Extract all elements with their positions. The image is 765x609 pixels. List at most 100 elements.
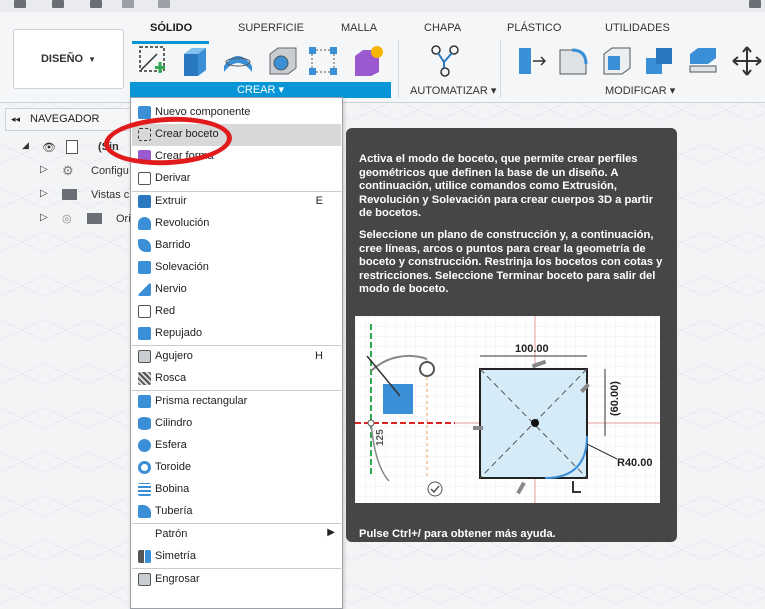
tab-solido[interactable]: SÓLIDO xyxy=(150,22,192,34)
menu-item-thicken[interactable]: Engrosar xyxy=(132,569,341,591)
menu-item-web[interactable]: Red xyxy=(132,301,341,323)
menu-item-rib[interactable]: Nervio xyxy=(132,279,341,301)
menu-item-label: Agujero xyxy=(155,350,193,362)
workspace-switcher-button[interactable]: DISEÑO ▼ xyxy=(13,29,124,89)
file-icon[interactable] xyxy=(52,0,64,8)
menu-item-pipe[interactable]: Tubería xyxy=(132,501,341,523)
menu-item-extrude[interactable]: Extruir E xyxy=(132,191,341,213)
quick-access-toolbar xyxy=(0,0,765,12)
separator xyxy=(398,40,399,98)
tab-utilidades[interactable]: UTILIDADES xyxy=(605,22,670,34)
coil-icon xyxy=(138,483,151,496)
tooltip-paragraph-1: Activa el modo de boceto, que permite cr… xyxy=(359,153,654,219)
hole-icon xyxy=(138,350,151,363)
menu-item-label: Rosca xyxy=(155,372,187,384)
tab-plastico[interactable]: PLÁSTICO xyxy=(507,22,561,34)
gear-icon: ⚙ xyxy=(62,163,74,178)
menu-item-emboss[interactable]: Repujado xyxy=(132,323,341,345)
tab-malla[interactable]: MALLA xyxy=(341,22,377,34)
shortcut-label: H xyxy=(315,350,323,362)
menu-item-label: Bobina xyxy=(155,483,190,495)
folder-icon xyxy=(62,189,77,200)
menu-item-label: Repujado xyxy=(155,327,203,339)
redo-icon[interactable] xyxy=(158,0,170,8)
automatizar-group-dropdown[interactable]: AUTOMATIZAR ▾ xyxy=(410,84,496,97)
hidden-eye-icon[interactable]: ◎ xyxy=(62,212,72,225)
tab-superficie[interactable]: SUPERFICIE xyxy=(238,22,304,34)
navigator-item-origin[interactable]: ▷ ◎ Ori xyxy=(40,212,132,226)
menu-item-label: Tubería xyxy=(155,505,193,517)
menu-item-label: Red xyxy=(155,305,176,317)
crear-boceto-tooltip: Activa el modo de boceto, que permite cr… xyxy=(346,128,677,542)
width-dimension: 100.00 xyxy=(515,343,549,355)
menu-item-label: Extruir xyxy=(155,195,187,207)
menu-item-derive[interactable]: Derivar xyxy=(132,168,341,190)
menu-item-thread[interactable]: Rosca xyxy=(132,368,341,390)
cylinder-icon xyxy=(138,417,151,430)
create-sketch-icon[interactable] xyxy=(137,44,171,78)
menu-item-label: Toroide xyxy=(155,461,192,473)
menu-item-loft[interactable]: Solevación xyxy=(132,257,341,279)
component-icon xyxy=(138,106,151,119)
navigator-item-views[interactable]: ▷ Vistas c xyxy=(40,188,132,202)
move-icon[interactable] xyxy=(730,44,764,78)
automate-icon[interactable] xyxy=(428,44,462,78)
document-icon xyxy=(66,140,78,154)
pattern-icon[interactable] xyxy=(306,44,340,78)
close-icon[interactable] xyxy=(749,0,761,8)
thread-icon xyxy=(138,372,151,385)
web-icon xyxy=(138,305,151,318)
expand-triangle-icon[interactable]: ◢ xyxy=(22,140,29,151)
angle-dimension: 125 xyxy=(375,429,386,446)
menu-item-torus[interactable]: Toroide xyxy=(132,457,341,479)
sketch-illustration: 125 100.00 (60.00) R40.00 xyxy=(355,316,660,503)
offset-face-icon[interactable] xyxy=(686,44,720,78)
automatizar-group-label: AUTOMATIZAR xyxy=(410,85,488,97)
app-grid-icon[interactable] xyxy=(14,0,26,8)
extrude-icon xyxy=(138,195,151,208)
menu-item-box[interactable]: Prisma rectangular xyxy=(132,391,341,413)
expand-arrow-icon[interactable]: ▷ xyxy=(40,212,48,223)
navigator-item-label: Configu xyxy=(91,165,129,177)
menu-item-label: Esfera xyxy=(155,439,187,451)
menu-item-revolve[interactable]: Revolución xyxy=(132,213,341,235)
revolve-icon[interactable] xyxy=(221,44,255,78)
navigator-item-config[interactable]: ▷ ⚙ Configu xyxy=(40,163,132,178)
menu-item-hole[interactable]: Agujero H xyxy=(132,346,341,368)
extrude-icon[interactable] xyxy=(178,44,212,78)
collapse-panel-icon[interactable]: ◂◂ xyxy=(11,109,20,130)
loft-icon xyxy=(138,261,151,274)
crear-group-dropdown[interactable]: CREAR ▾ xyxy=(130,82,391,98)
press-pull-icon[interactable] xyxy=(515,44,549,78)
menu-item-label: Simetría xyxy=(155,550,196,562)
menu-item-label: Solevación xyxy=(155,261,209,273)
menu-item-sweep[interactable]: Barrido xyxy=(132,235,341,257)
menu-item-cylinder[interactable]: Cilindro xyxy=(132,413,341,435)
visibility-eye-icon[interactable]: 👁 xyxy=(42,141,56,154)
menu-item-mirror[interactable]: Simetría xyxy=(132,546,341,568)
tab-chapa[interactable]: CHAPA xyxy=(424,22,461,34)
menu-item-pattern[interactable]: Patrón ▶ xyxy=(132,524,341,546)
derive-icon xyxy=(138,172,151,185)
undo-icon[interactable] xyxy=(122,0,134,8)
hole-icon[interactable] xyxy=(266,44,300,78)
shell-icon[interactable] xyxy=(600,44,634,78)
tooltip-footer: Pulse Ctrl+/ para obtener más ayuda. xyxy=(359,528,556,540)
menu-item-sphere[interactable]: Esfera xyxy=(132,435,341,457)
modificar-group-dropdown[interactable]: MODIFICAR ▾ xyxy=(605,84,675,97)
fillet-icon[interactable] xyxy=(556,44,590,78)
expand-arrow-icon[interactable]: ▷ xyxy=(40,188,48,199)
height-dimension: (60.00) xyxy=(609,381,621,416)
crear-group-label: CREAR xyxy=(236,84,276,96)
menu-item-label: Engrosar xyxy=(155,573,200,585)
folder-icon xyxy=(87,213,102,224)
ribbon: DISEÑO ▼ SÓLIDO SUPERFICIE MALLA CHAPA PL… xyxy=(0,12,765,103)
revolve-icon xyxy=(138,217,151,230)
menu-item-coil[interactable]: Bobina xyxy=(132,479,341,501)
save-icon[interactable] xyxy=(90,0,102,8)
create-form-icon[interactable] xyxy=(351,44,385,78)
thicken-icon xyxy=(138,573,151,586)
combine-icon[interactable] xyxy=(642,44,676,78)
menu-item-label: Nervio xyxy=(155,283,187,295)
expand-arrow-icon[interactable]: ▷ xyxy=(40,164,48,175)
